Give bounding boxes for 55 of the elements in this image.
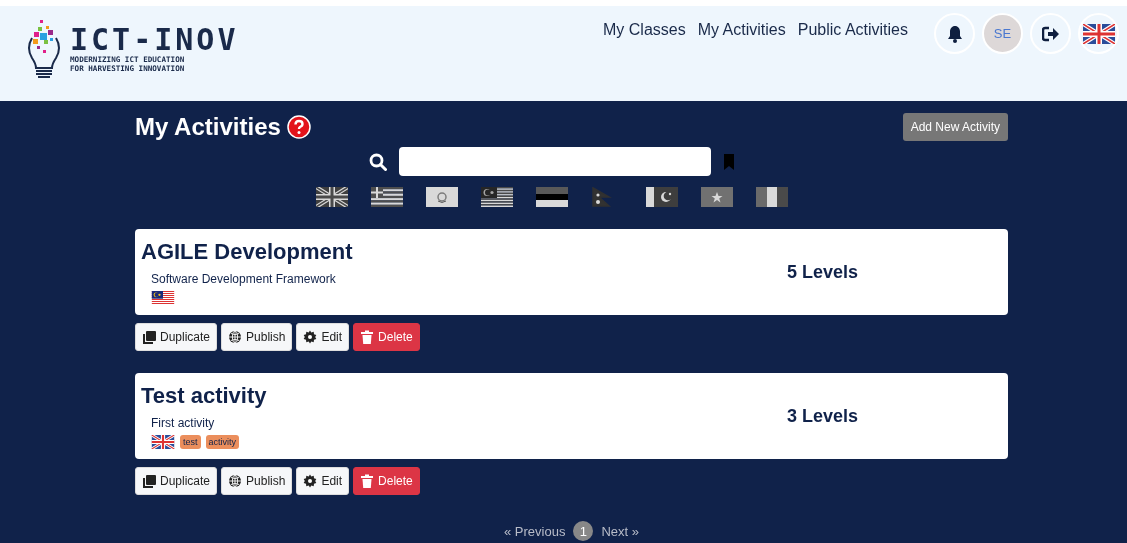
language-filter[interactable] <box>315 187 348 207</box>
delete-button[interactable]: Delete <box>353 467 420 495</box>
logo-title: ICT-INOV <box>70 25 239 55</box>
gear-icon <box>303 330 318 344</box>
edit-button[interactable]: Edit <box>296 467 350 495</box>
logout-button[interactable] <box>1030 13 1071 54</box>
language-filter[interactable] <box>370 187 403 207</box>
duplicate-button[interactable]: Duplicate <box>135 323 218 351</box>
tag: test <box>180 435 201 449</box>
flag-icon <box>151 291 175 305</box>
language-button[interactable] <box>1078 13 1119 54</box>
bookmark-icon <box>724 153 734 170</box>
activity-card[interactable]: Test activity First activity test activity 3 Levels <box>135 373 1008 459</box>
language-filter[interactable] <box>700 187 733 207</box>
help-icon <box>286 115 311 139</box>
bell-icon <box>946 24 963 43</box>
search-field[interactable] <box>399 147 711 176</box>
language-filter[interactable] <box>755 187 788 207</box>
nav-link[interactable]: My Activities <box>697 21 786 39</box>
level-count: 5 Levels <box>786 261 858 283</box>
globe-icon <box>228 330 243 344</box>
delete-button[interactable]: Delete <box>353 323 420 351</box>
activity-description: Software Development Framework <box>151 272 337 286</box>
language-filter[interactable] <box>480 187 513 207</box>
search-icon <box>369 152 387 171</box>
nav-link[interactable]: My Classes <box>603 21 686 39</box>
activity-description: First activity <box>151 416 216 430</box>
copy-icon <box>142 330 156 344</box>
activity-title: Test activity <box>141 383 268 409</box>
flag-icon <box>1082 23 1115 44</box>
page-number[interactable]: 1 <box>573 521 594 541</box>
activity-card[interactable]: AGILE Development Software Development Framework 5 Levels <box>135 229 1008 315</box>
publish-button[interactable]: Publish <box>221 467 293 495</box>
edit-button[interactable]: Edit <box>296 323 350 351</box>
activity-title: AGILE Development <box>141 239 354 265</box>
tag: activity <box>205 435 240 449</box>
flag-icon <box>151 435 175 449</box>
page-title: My Activities <box>135 113 281 141</box>
next-page-link[interactable]: Next » <box>601 523 639 539</box>
sign-out-icon <box>1041 25 1060 42</box>
trash-icon <box>360 330 375 344</box>
trash-icon <box>360 474 375 488</box>
copy-icon <box>142 474 156 488</box>
previous-page-link[interactable]: « Previous <box>504 523 566 539</box>
language-filter[interactable] <box>535 187 568 207</box>
gear-icon <box>303 474 318 488</box>
language-filter[interactable] <box>645 187 678 207</box>
level-count: 3 Levels <box>786 405 858 427</box>
publish-button[interactable]: Publish <box>221 323 293 351</box>
add-activity-button[interactable]: Add New Activity <box>902 113 1008 141</box>
globe-icon <box>228 474 243 488</box>
duplicate-button[interactable]: Duplicate <box>135 467 218 495</box>
nav-link[interactable]: Public Activities <box>797 21 908 39</box>
notifications-button[interactable] <box>934 13 975 54</box>
language-filter[interactable] <box>425 187 458 207</box>
